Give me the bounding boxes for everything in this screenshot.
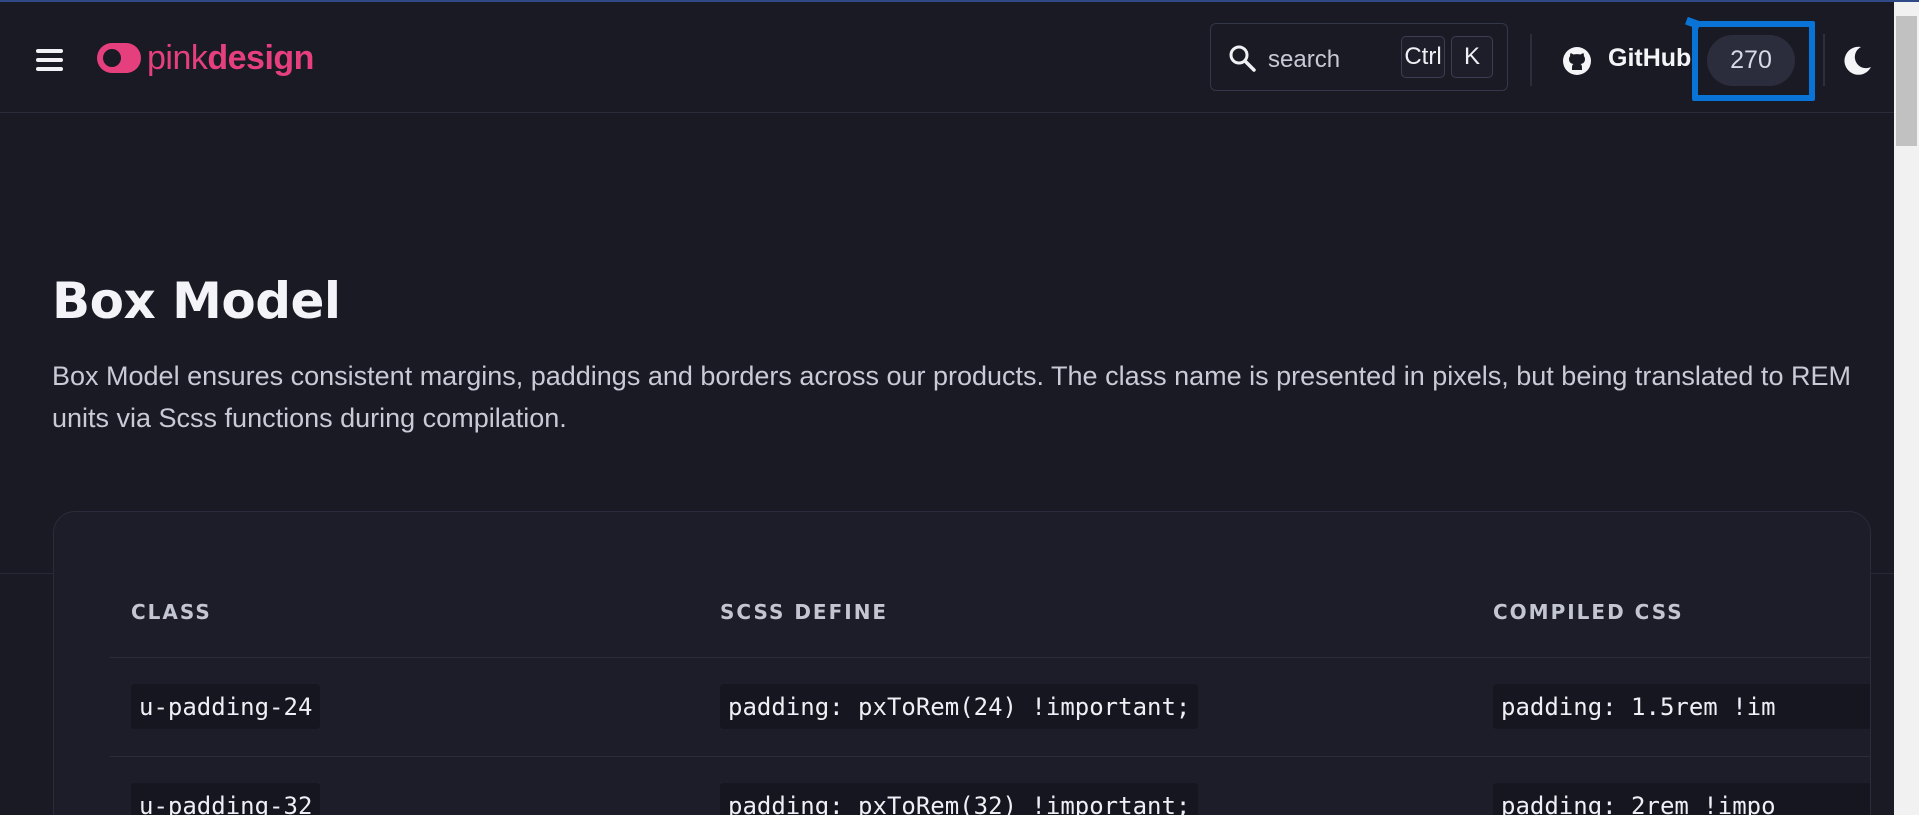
- page-scrollbar[interactable]: [1894, 2, 1919, 815]
- logo[interactable]: pinkdesign: [97, 36, 314, 80]
- compiled-css-cell: padding: 2rem !impo: [1493, 783, 1870, 815]
- header-divider: [1823, 34, 1825, 86]
- header-divider: [1530, 34, 1532, 86]
- scss-define-cell: padding: pxToRem(24) !important;: [720, 684, 1199, 729]
- logo-icon: [97, 43, 141, 73]
- compiled-css-cell: padding: 1.5rem !im: [1493, 684, 1870, 729]
- search-placeholder: search: [1268, 46, 1341, 73]
- scrollbar-thumb[interactable]: [1896, 16, 1917, 146]
- class-name-cell: u-padding-24: [131, 684, 321, 729]
- column-header-scss-define: SCSS DEFINE: [720, 600, 889, 624]
- column-header-compiled-css: COMPILED CSS: [1493, 600, 1684, 624]
- box-model-table: CLASS SCSS DEFINE COMPILED CSS u-padding…: [53, 511, 1871, 815]
- search-icon: [1229, 45, 1256, 72]
- moon-icon[interactable]: [1841, 45, 1873, 77]
- github-star-count[interactable]: 270: [1707, 35, 1795, 86]
- shortcut-key-ctrl: Ctrl: [1401, 36, 1445, 78]
- class-name-cell: u-padding-32: [131, 783, 321, 815]
- table-row-divider: [110, 756, 1870, 757]
- search-button[interactable]: search Ctrl K: [1210, 23, 1508, 91]
- menu-icon[interactable]: [36, 49, 63, 71]
- page-description: Box Model ensures consistent margins, pa…: [52, 361, 1851, 433]
- page-title: Box Model: [52, 272, 341, 330]
- github-icon[interactable]: [1562, 46, 1592, 76]
- scss-define-cell: padding: pxToRem(32) !important;: [720, 783, 1199, 815]
- logo-text: pinkdesign: [147, 38, 314, 77]
- site-header: pinkdesign search Ctrl K GitHub 270: [0, 2, 1894, 113]
- table-row-divider: [110, 657, 1870, 658]
- column-header-class: CLASS: [131, 600, 212, 624]
- annotation-highlight-mark: [1685, 16, 1701, 30]
- github-link[interactable]: GitHub: [1608, 44, 1691, 73]
- shortcut-key-k: K: [1451, 36, 1493, 78]
